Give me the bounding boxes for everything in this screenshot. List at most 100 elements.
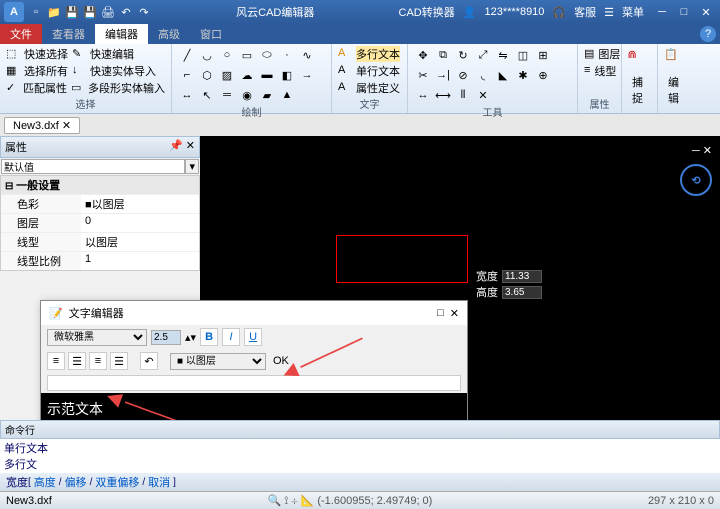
user-avatar-icon[interactable]: 👤	[463, 6, 477, 19]
extend-icon[interactable]: →|	[434, 66, 452, 84]
ok-button[interactable]: OK	[269, 355, 293, 367]
xline-icon[interactable]: ↔	[178, 86, 196, 104]
new-icon[interactable]: ▫	[28, 4, 44, 20]
entity-import-button[interactable]: 快速实体导入	[90, 63, 156, 79]
help-icon[interactable]: ?	[700, 26, 716, 42]
sb-height[interactable]: 高度	[34, 474, 56, 490]
snap-button[interactable]: ⋒ 捕捉	[628, 46, 651, 108]
canvas-menu-icon[interactable]: ─ ✕	[692, 144, 712, 157]
select-all-button[interactable]: 选择所有	[24, 63, 68, 79]
trace-icon[interactable]: ▰	[258, 86, 276, 104]
mtext-button[interactable]: 多行文本	[356, 46, 400, 62]
donut-icon[interactable]: ◉	[238, 86, 256, 104]
convert-button[interactable]: CAD转换器	[399, 4, 455, 20]
mirror-icon[interactable]: ⇋	[494, 46, 512, 64]
move-icon[interactable]: ✥	[414, 46, 432, 64]
tab-advanced[interactable]: 高级	[148, 24, 190, 44]
print-icon[interactable]: 🖨	[100, 4, 116, 20]
menu-label[interactable]: 菜单	[622, 4, 644, 20]
polyline2-icon[interactable]: ⌐	[178, 66, 196, 84]
ellipse-icon[interactable]: ⬭	[258, 46, 276, 64]
sb-cancel[interactable]: 取消	[148, 474, 170, 490]
support-icon[interactable]: 🎧	[552, 6, 566, 19]
prop-ltype-val[interactable]: 以图层	[81, 233, 199, 251]
point-icon[interactable]: ·	[278, 46, 296, 64]
align-justify-icon[interactable]: ☰	[110, 352, 128, 370]
line-icon[interactable]: ╱	[178, 46, 196, 64]
align-icon[interactable]: ⫴	[454, 86, 472, 104]
mline-icon[interactable]: ═	[218, 86, 236, 104]
edit-button[interactable]: 📋 编辑	[664, 46, 688, 108]
ruler[interactable]	[47, 375, 461, 391]
document-tab[interactable]: New3.dxf ✕	[4, 117, 80, 134]
copy-icon[interactable]: ⧉	[434, 46, 452, 64]
tab-viewer[interactable]: 查看器	[42, 24, 95, 44]
minimize-button[interactable]: ─	[652, 4, 672, 20]
te-close-icon[interactable]: ✕	[450, 307, 459, 320]
undo-icon[interactable]: ↶	[118, 4, 134, 20]
lengthen-icon[interactable]: ⟷	[434, 86, 452, 104]
size-spinner-icon[interactable]: ▴▾	[185, 331, 196, 344]
tab-window[interactable]: 窗口	[190, 24, 232, 44]
te-maximize-icon[interactable]: □	[437, 307, 444, 319]
prop-lscale-val[interactable]: 1	[81, 252, 199, 270]
saveas-icon[interactable]: 💾	[82, 4, 98, 20]
leader-icon[interactable]: ↖	[198, 86, 216, 104]
height-input[interactable]	[502, 286, 542, 299]
dropdown-icon[interactable]: ▾	[185, 159, 199, 174]
hatch-icon[interactable]: ▨	[218, 66, 236, 84]
save-icon[interactable]: 💾	[64, 4, 80, 20]
attdef-button[interactable]: 属性定义	[356, 80, 400, 96]
font-select[interactable]: 微软雅黑	[47, 329, 147, 346]
rect-icon[interactable]: ▭	[238, 46, 256, 64]
menu-icon[interactable]: ☰	[604, 6, 614, 19]
bold-button[interactable]: B	[200, 328, 218, 346]
align-center-icon[interactable]: ☰	[68, 352, 86, 370]
region-icon[interactable]: ◧	[278, 66, 296, 84]
prop-color-val[interactable]: ■以图层	[81, 195, 199, 213]
ray-icon[interactable]: →	[298, 66, 316, 84]
text-button[interactable]: 单行文本	[356, 63, 400, 79]
close-button[interactable]: ✕	[696, 4, 716, 20]
offset-icon[interactable]: ◫	[514, 46, 532, 64]
bb-tool-icon[interactable]: 🔍 ⟟ ⊹ 📐	[267, 495, 314, 507]
array-icon[interactable]: ⊞	[534, 46, 552, 64]
scale-icon[interactable]: ⤢	[474, 46, 492, 64]
tab-close-icon[interactable]: ✕	[62, 120, 71, 132]
align-left-icon[interactable]: ≡	[47, 352, 65, 370]
quick-select-button[interactable]: 快速选择	[24, 46, 68, 62]
support-label[interactable]: 客服	[574, 4, 596, 20]
polygon-icon[interactable]: ⬡	[198, 66, 216, 84]
tab-file[interactable]: 文件	[0, 24, 42, 44]
cloud-icon[interactable]: ☁	[238, 66, 256, 84]
chamfer-icon[interactable]: ◣	[494, 66, 512, 84]
polyline-button[interactable]: 多段形实体输入	[88, 80, 165, 96]
stretch-icon[interactable]: ↔	[414, 86, 432, 104]
align-right-icon[interactable]: ≡	[89, 352, 107, 370]
props-pin-icon[interactable]: 📌 ✕	[169, 139, 195, 155]
prop-layer-val[interactable]: 0	[81, 214, 199, 232]
italic-button[interactable]: I	[222, 328, 240, 346]
sb-doffset[interactable]: 双重偏移	[95, 474, 139, 490]
linetype-button[interactable]: 线型	[594, 63, 616, 79]
tab-editor[interactable]: 编辑器	[95, 24, 148, 44]
sb-offset[interactable]: 偏移	[65, 474, 87, 490]
circle-icon[interactable]: ○	[218, 46, 236, 64]
width-input[interactable]	[502, 270, 542, 283]
break-icon[interactable]: ⊘	[454, 66, 472, 84]
join-icon[interactable]: ⊕	[534, 66, 552, 84]
wipeout-icon[interactable]: ▬	[258, 66, 276, 84]
open-icon[interactable]: 📁	[46, 4, 62, 20]
erase-icon[interactable]: ✕	[474, 86, 492, 104]
trim-icon[interactable]: ✂	[414, 66, 432, 84]
spline-icon[interactable]: ∿	[298, 46, 316, 64]
redo-icon[interactable]: ↷	[136, 4, 152, 20]
solid-icon[interactable]: ▲	[278, 86, 296, 104]
match-prop-button[interactable]: 匹配属性	[23, 80, 67, 96]
layer-button[interactable]: 图层	[598, 46, 620, 62]
underline-button[interactable]: U	[244, 328, 262, 346]
props-filter[interactable]	[1, 159, 185, 174]
size-input[interactable]	[151, 330, 181, 345]
props-category[interactable]: ⊟ 一般设置	[1, 176, 199, 194]
rotate-icon[interactable]: ↻	[454, 46, 472, 64]
